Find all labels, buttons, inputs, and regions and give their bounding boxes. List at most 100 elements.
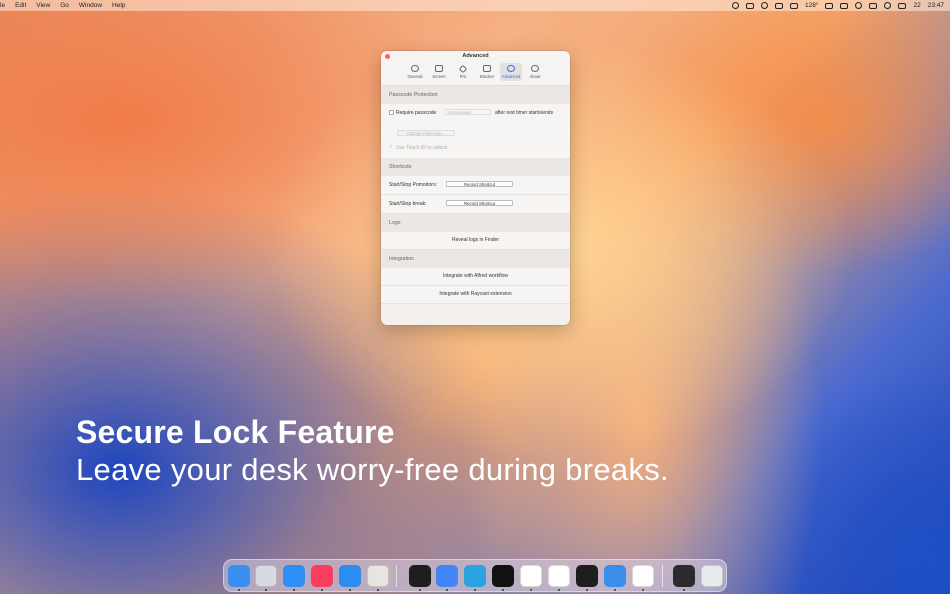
tab-label: Blocker	[480, 74, 494, 79]
running-indicator	[642, 589, 644, 591]
running-indicator	[474, 589, 476, 591]
tab-blocker[interactable]: Blocker	[476, 63, 498, 81]
pomodoro-shortcut-label: Start/Stop Pomodoro:	[389, 181, 438, 188]
chatgpt-icon[interactable]	[548, 565, 570, 587]
terminal-icon[interactable]	[409, 565, 431, 587]
alfred-integration-button[interactable]: Integrate with Alfred workflow	[381, 268, 570, 286]
record-icon[interactable]	[855, 2, 863, 9]
clock[interactable]: 23:47	[928, 0, 944, 11]
tab-label: Advanced	[501, 74, 521, 79]
marketing-headline: Secure Lock Feature	[76, 414, 395, 450]
passcode-block: Require passcode Immediately after rest …	[381, 104, 570, 158]
app-store-icon[interactable]	[339, 565, 361, 587]
section-shortcuts-header: Shortcuts	[381, 158, 570, 176]
link-icon	[507, 65, 515, 72]
change-passcode-button[interactable]: Change Passcode...	[397, 130, 455, 136]
running-indicator	[683, 589, 685, 591]
gear-icon	[411, 65, 419, 72]
running-indicator	[321, 589, 323, 591]
menu-window[interactable]: Window	[79, 0, 102, 11]
after-timer-label: after rest timer starts/ends	[495, 109, 554, 116]
tab-advanced[interactable]: Advanced	[500, 63, 522, 81]
tab-about[interactable]: About	[524, 63, 546, 81]
launchpad-icon[interactable]	[255, 565, 277, 587]
mail-icon[interactable]	[283, 565, 305, 587]
battery-icon[interactable]	[869, 2, 878, 9]
break-shortcut-label: Start/Stop break:	[389, 200, 427, 207]
running-indicator	[293, 589, 295, 591]
record-break-shortcut-button[interactable]: Record Shortcut	[446, 200, 513, 206]
tab-label: Pro	[459, 74, 467, 79]
running-indicator	[586, 589, 588, 591]
figma-icon[interactable]	[576, 565, 598, 587]
menu-view[interactable]: View	[36, 0, 50, 11]
status-icon-3[interactable]	[761, 2, 769, 9]
notion-icon[interactable]	[520, 565, 542, 587]
menu-go[interactable]: Go	[60, 0, 69, 11]
status-icon-2[interactable]	[746, 2, 755, 9]
status-icon-5[interactable]	[790, 2, 799, 9]
network-icon[interactable]	[825, 2, 834, 9]
running-indicator	[419, 589, 421, 591]
telegram-icon[interactable]	[464, 565, 486, 587]
dock-separator	[662, 565, 663, 587]
music-icon[interactable]	[311, 565, 333, 587]
screen-recorder-icon[interactable]	[673, 565, 695, 587]
status-icon-1[interactable]	[732, 2, 740, 9]
window-titlebar: Advanced General Screen Pro Blocker Adva…	[381, 51, 570, 86]
diamond-icon	[458, 64, 468, 74]
cube-app-icon[interactable]	[492, 565, 514, 587]
running-indicator	[265, 589, 267, 591]
calendar-badge[interactable]: 22	[913, 0, 920, 11]
menu-edit[interactable]: Edit	[15, 0, 26, 11]
tab-pro[interactable]: Pro	[452, 63, 474, 81]
running-indicator	[377, 589, 379, 591]
shortcut-row-break: Start/Stop break: Record Shortcut	[381, 195, 570, 214]
menu-bar: le Edit View Go Window Help 128° 22 23:4…	[0, 0, 950, 11]
xcode-icon[interactable]	[604, 565, 626, 587]
tab-label: General	[407, 74, 423, 79]
section-logs-header: Logs	[381, 214, 570, 232]
cpu-icon[interactable]	[840, 2, 849, 9]
menu-items: le Edit View Go Window Help	[0, 0, 125, 11]
passcode-delay-select[interactable]: Immediately	[445, 109, 491, 115]
picture-icon	[435, 65, 443, 72]
info-icon	[531, 65, 539, 72]
marketing-subline: Leave your desk worry-free during breaks…	[76, 452, 669, 487]
vscode-icon[interactable]	[632, 565, 654, 587]
block-icon	[483, 65, 491, 72]
running-indicator	[446, 589, 448, 591]
require-passcode-checkbox[interactable]	[389, 110, 394, 115]
status-icon-4[interactable]	[775, 2, 784, 9]
touch-id-label: Use Touch ID to unlock	[396, 144, 448, 151]
tab-label: About	[529, 74, 541, 79]
record-pomodoro-shortcut-button[interactable]: Record Shortcut	[446, 181, 513, 187]
dock	[223, 559, 727, 592]
trash-icon[interactable]	[701, 565, 723, 587]
raycast-integration-button[interactable]: Integrate with Raycast extension	[381, 286, 570, 304]
section-integration-header: Integration	[381, 250, 570, 268]
settings-window: Advanced General Screen Pro Blocker Adva…	[381, 51, 570, 325]
shortcut-row-pomodoro: Start/Stop Pomodoro: Record Shortcut	[381, 176, 570, 195]
pencil-app-icon[interactable]	[367, 565, 389, 587]
tab-bar: General Screen Pro Blocker Advanced Abou…	[404, 63, 546, 81]
running-indicator	[349, 589, 351, 591]
running-indicator	[502, 589, 504, 591]
tab-screen[interactable]: Screen	[428, 63, 450, 81]
touch-id-check-icon[interactable]: ✓	[389, 144, 393, 150]
chrome-icon[interactable]	[436, 565, 458, 587]
dock-separator	[396, 565, 397, 587]
menu-help[interactable]: Help	[112, 0, 125, 11]
temperature-readout[interactable]: 128°	[805, 0, 818, 11]
finder-icon[interactable]	[228, 565, 250, 587]
menu-app[interactable]: le	[0, 0, 5, 11]
tab-general[interactable]: General	[404, 63, 426, 81]
running-indicator	[558, 589, 560, 591]
running-indicator	[614, 589, 616, 591]
reveal-logs-button[interactable]: Reveal logs in Finder	[381, 232, 570, 250]
control-center-icon[interactable]	[898, 2, 907, 9]
require-passcode-label: Require passcode	[396, 109, 437, 116]
wifi-icon[interactable]	[884, 2, 892, 9]
status-area: 128° 22 23:47	[732, 0, 944, 11]
window-title: Advanced	[462, 53, 489, 59]
